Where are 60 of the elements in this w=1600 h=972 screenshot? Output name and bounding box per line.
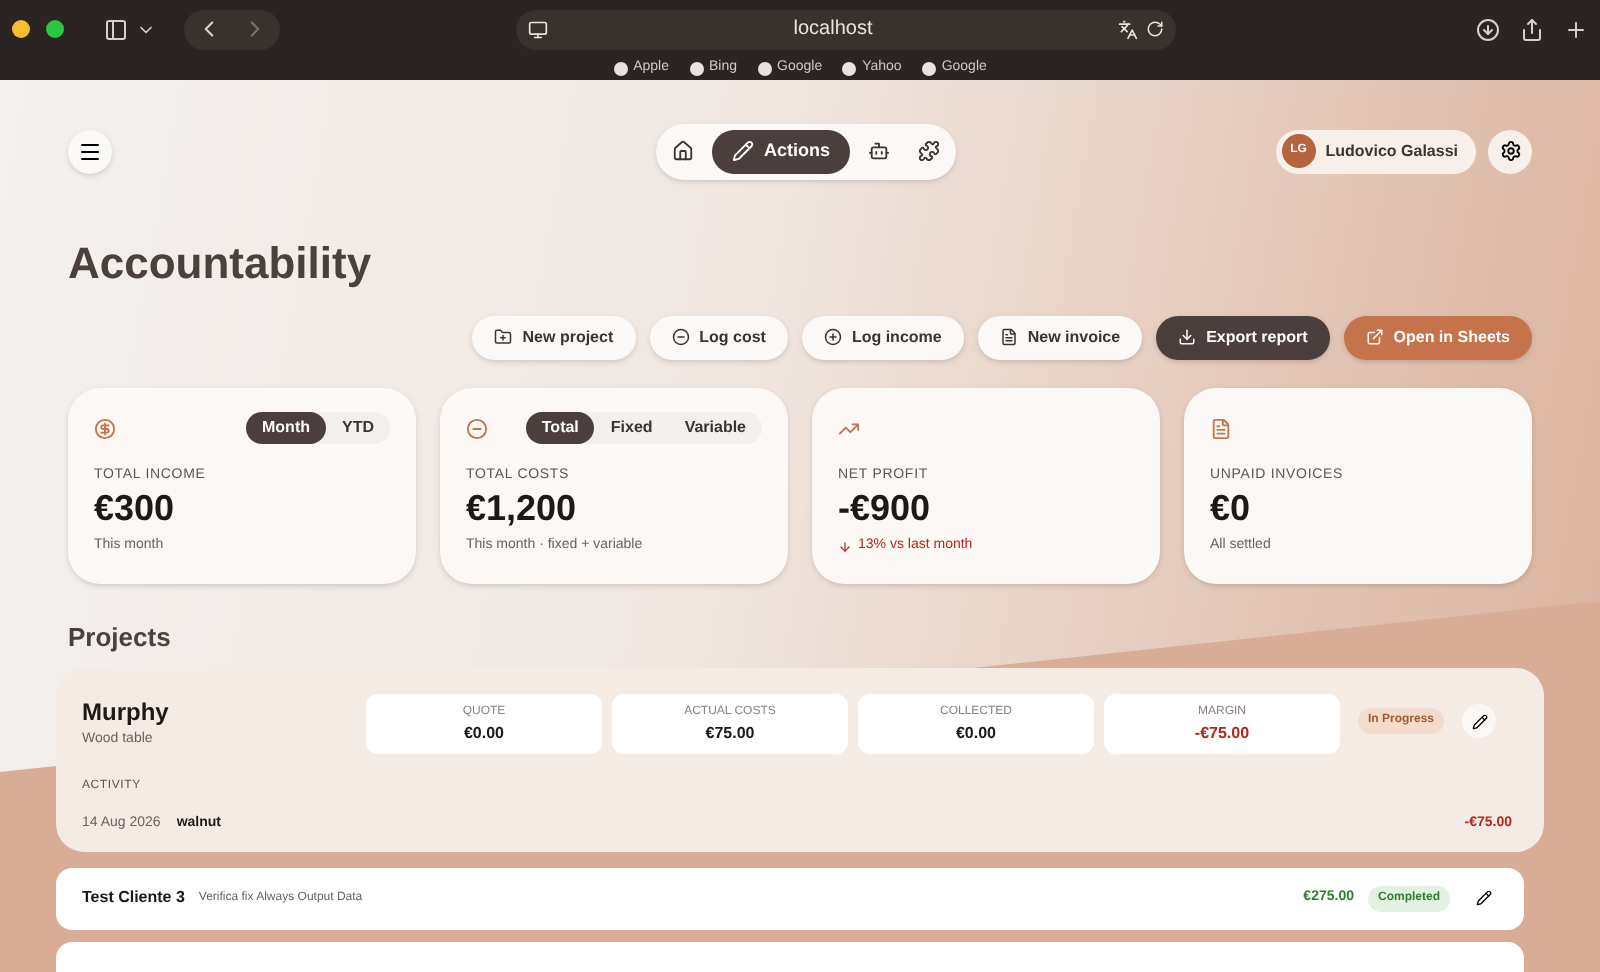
document-icon (1210, 417, 1232, 439)
stat-value: €300 (94, 486, 177, 530)
address-bar[interactable]: localhost (516, 9, 1176, 49)
stat-value: €1,200 (466, 486, 579, 530)
page-title: Accountability (68, 235, 374, 292)
document-icon (999, 328, 1018, 346)
minus-circle-icon (466, 417, 488, 439)
reload-icon (1146, 20, 1164, 38)
action-button[interactable]: New invoice (977, 315, 1143, 359)
pencil-icon (1476, 890, 1492, 906)
folder-plus-icon (494, 328, 513, 346)
metric-value: €75.00 (705, 721, 755, 745)
action-button[interactable]: New project (472, 315, 636, 359)
menu-icon (78, 139, 102, 163)
sidebar-icon[interactable] (104, 17, 128, 41)
edit-button[interactable] (1462, 704, 1497, 738)
robot-icon (868, 140, 891, 162)
period-toggle[interactable]: Variable (668, 412, 762, 444)
arrow-down-icon (838, 539, 852, 554)
favicon-icon (613, 61, 628, 76)
period-toggle[interactable]: YTD (326, 412, 390, 444)
section-heading: Projects (68, 619, 173, 656)
home-icon (672, 140, 694, 162)
address-text: localhost (791, 16, 875, 44)
project-name: Test Cliente 3 (82, 886, 185, 910)
settings-button[interactable] (1488, 129, 1532, 173)
download-icon[interactable] (1476, 17, 1500, 41)
download-icon (1178, 328, 1197, 346)
action-button[interactable]: Log cost (649, 315, 788, 359)
favicon-icon (842, 61, 857, 76)
stat-value: €0 (1210, 486, 1253, 530)
user-name: Ludovico Galassi (1325, 139, 1458, 163)
project-name: Murphy (82, 696, 171, 730)
metric-value: -€75.00 (1194, 721, 1250, 745)
translate-icon (1118, 19, 1138, 39)
page-icon (528, 19, 548, 39)
period-toggle[interactable]: Total (525, 412, 595, 444)
share-icon[interactable] (1520, 17, 1544, 41)
nav-tab[interactable]: Actions (712, 129, 851, 173)
coin-icon (94, 417, 116, 439)
pencil-icon (732, 140, 754, 162)
period-toggle[interactable]: Fixed (594, 412, 669, 444)
favicon-icon (689, 61, 703, 76)
favicon-icon (757, 61, 772, 76)
pencil-icon (1471, 713, 1488, 729)
plus-circle-icon (823, 328, 842, 346)
metric-value: €0.00 (463, 721, 505, 745)
menu-button[interactable] (68, 129, 112, 173)
action-button[interactable]: Open in Sheets (1343, 315, 1532, 359)
favicon-icon (921, 61, 936, 76)
action-button[interactable]: Log income (801, 315, 964, 359)
period-toggle[interactable]: Month (246, 412, 326, 444)
minus-circle-icon (671, 328, 690, 346)
action-button[interactable]: Export report (1156, 315, 1330, 359)
puzzle-icon (918, 140, 941, 162)
external-link-icon (1365, 328, 1384, 346)
metric-value: €0.00 (955, 721, 997, 745)
settings-icon (1499, 140, 1521, 162)
new-tab-icon[interactable] (1564, 17, 1588, 41)
stat-value: -€900 (838, 486, 933, 530)
